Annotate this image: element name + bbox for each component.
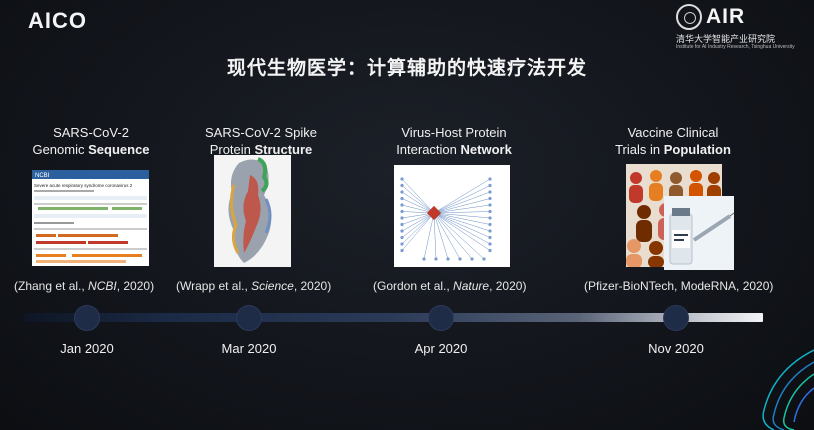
network-edge xyxy=(433,212,485,260)
timeline-dot-jan-2020 xyxy=(75,306,99,330)
decorative-swirl-icon xyxy=(762,349,814,430)
network-node xyxy=(400,209,404,214)
network-node xyxy=(488,209,492,214)
slide-title: 现代生物医学：计算辅助的快速疗法开发 xyxy=(226,57,587,79)
network-edge xyxy=(433,212,491,238)
heading-line1: Virus-Host Protein xyxy=(401,125,507,140)
column-heading-population: Vaccine Clinical Trials in Population xyxy=(588,124,758,158)
citation-prefix: (Pfizer-BioNTech, ModeRNA, 2020) xyxy=(584,279,774,293)
timeline-dot-apr-2020 xyxy=(429,306,453,330)
network-node xyxy=(400,190,404,194)
network-node xyxy=(488,177,492,181)
network-node xyxy=(470,257,474,261)
network-node xyxy=(446,257,450,261)
column-heading-sequence: SARS-CoV-2 Genomic Sequence xyxy=(6,124,176,158)
network-edge xyxy=(401,178,435,214)
citation-journal: Nature xyxy=(453,279,490,293)
network-edge xyxy=(423,212,435,260)
citation-vaccine: (Pfizer-BioNTech, ModeRNA, 2020) xyxy=(584,279,773,293)
citation-prefix: (Zhang et al., xyxy=(14,279,89,293)
network-node xyxy=(488,248,492,253)
network-node xyxy=(488,196,492,201)
network-node xyxy=(400,196,404,201)
network-edge xyxy=(433,198,491,214)
timeline-bar xyxy=(24,313,763,322)
network-node xyxy=(400,248,404,253)
air-logo-english: Institute for AI Industry Research, Tsin… xyxy=(676,44,795,50)
network-node xyxy=(422,257,426,261)
network-node xyxy=(400,222,404,227)
network-node xyxy=(488,190,492,194)
network-node xyxy=(458,257,462,261)
citation-science: (Wrapp et al., Science, 2020) xyxy=(176,279,331,293)
air-logo-text: AIR xyxy=(706,5,746,28)
network-node xyxy=(400,229,404,233)
network-node xyxy=(400,183,404,188)
spike-protein-thumbnail xyxy=(214,155,291,267)
aico-logo: AICO xyxy=(28,8,87,34)
heading-line2: Trials in xyxy=(615,142,664,157)
vaccine-vial-thumbnail xyxy=(664,196,734,270)
timeline-date-mar: Mar 2020 xyxy=(221,341,277,356)
network-edge xyxy=(401,191,435,214)
network-node xyxy=(400,242,404,246)
network-edge xyxy=(433,212,449,260)
network-edge xyxy=(433,178,491,214)
network-node xyxy=(400,177,404,181)
citation-prefix: (Wrapp et al., xyxy=(176,279,252,293)
heading-line1: SARS-CoV-2 Spike xyxy=(205,125,317,140)
network-node xyxy=(434,257,438,261)
network-node xyxy=(488,229,492,233)
citation-suffix: , 2020) xyxy=(489,279,527,293)
heading-line2: Genomic xyxy=(32,142,89,157)
heading-line1: SARS-CoV-2 xyxy=(53,125,129,140)
citation-suffix: , 2020) xyxy=(293,279,332,293)
heading-keyword: Population xyxy=(663,142,731,157)
ncbi-brand: NCBI xyxy=(35,173,50,179)
interaction-network-thumbnail xyxy=(394,165,510,267)
heading-line1: Vaccine Clinical xyxy=(627,125,719,140)
aico-logo-text: AICO xyxy=(28,8,87,33)
column-heading-structure: SARS-CoV-2 Spike Protein Structure xyxy=(176,124,346,158)
network-node xyxy=(482,257,486,261)
citation-journal: NCBI xyxy=(88,279,117,293)
timeline-dot-nov-2020 xyxy=(664,306,688,330)
tsinghua-seal-icon xyxy=(676,4,702,30)
network-edge xyxy=(401,212,435,238)
network-edge xyxy=(433,191,491,214)
heading-keyword: Sequence xyxy=(88,142,150,157)
network-node xyxy=(400,235,404,240)
network-node xyxy=(400,203,404,207)
network-node xyxy=(488,235,492,240)
heading-line2: Interaction xyxy=(396,142,461,157)
citation-prefix: (Gordon et al., xyxy=(373,279,454,293)
timeline-date-jan: Jan 2020 xyxy=(60,341,114,356)
network-node xyxy=(488,222,492,227)
citation-suffix: , 2020) xyxy=(116,279,155,293)
network-node xyxy=(488,183,492,188)
network-node xyxy=(488,242,492,246)
timeline-dot-mar-2020 xyxy=(237,306,261,330)
network-edge xyxy=(433,212,473,260)
timeline-date-nov: Nov 2020 xyxy=(648,341,704,356)
network-node xyxy=(488,203,492,207)
network-edge xyxy=(433,212,437,260)
timeline-date-apr: Apr 2020 xyxy=(414,341,468,356)
citation-journal: Science xyxy=(251,279,294,293)
ncbi-sequence-thumbnail: NCBI Severe acute respiratory syndrome c… xyxy=(32,170,149,266)
citation-ncbi: (Zhang et al., NCBI, 2020) xyxy=(14,279,154,293)
air-logo: AIR 清华大学智能产业研究院 Institute for AI Industr… xyxy=(676,4,798,52)
ncbi-page-title: Severe acute respiratory syndrome corona… xyxy=(34,183,133,188)
column-heading-network: Virus-Host Protein Interaction Network xyxy=(369,124,539,158)
heading-keyword: Network xyxy=(460,142,512,157)
network-node xyxy=(400,216,404,220)
citation-nature: (Gordon et al., Nature, 2020) xyxy=(373,279,526,293)
network-node xyxy=(488,216,492,220)
